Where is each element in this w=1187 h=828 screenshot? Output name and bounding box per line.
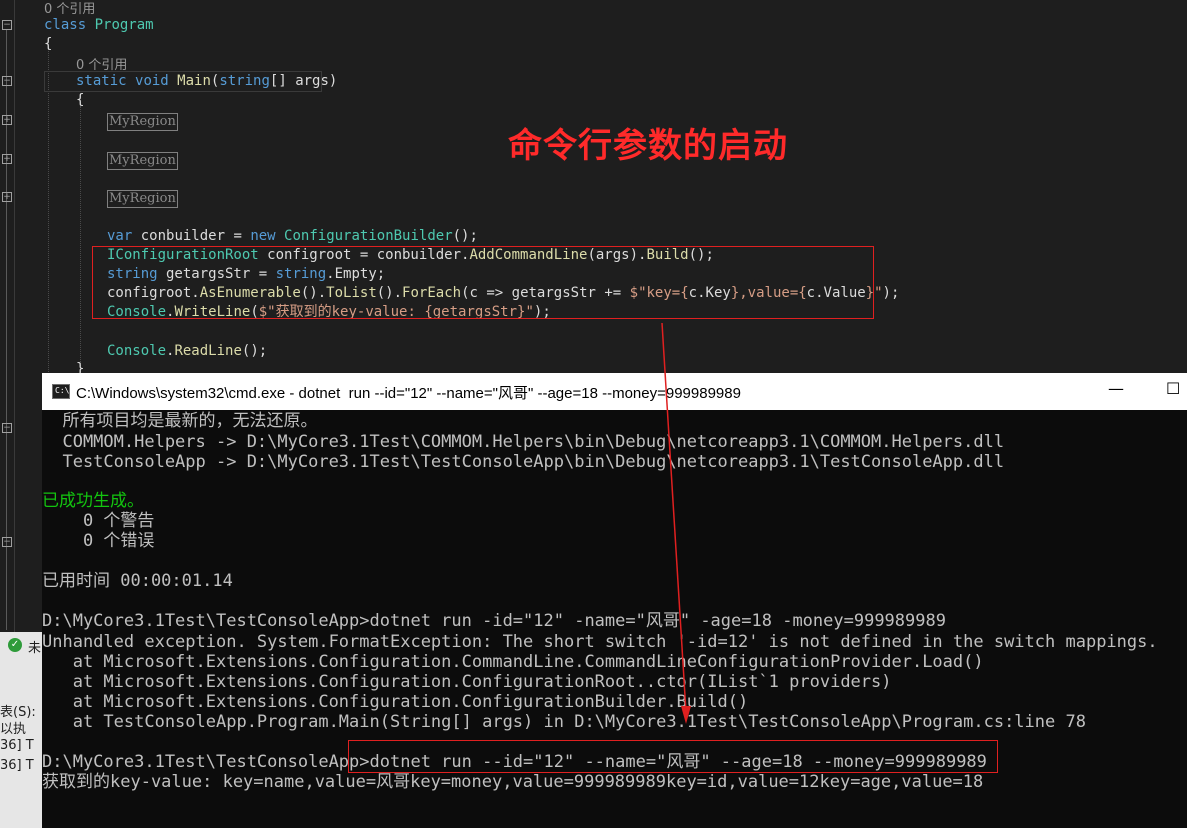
annotation-arrow xyxy=(661,322,691,724)
